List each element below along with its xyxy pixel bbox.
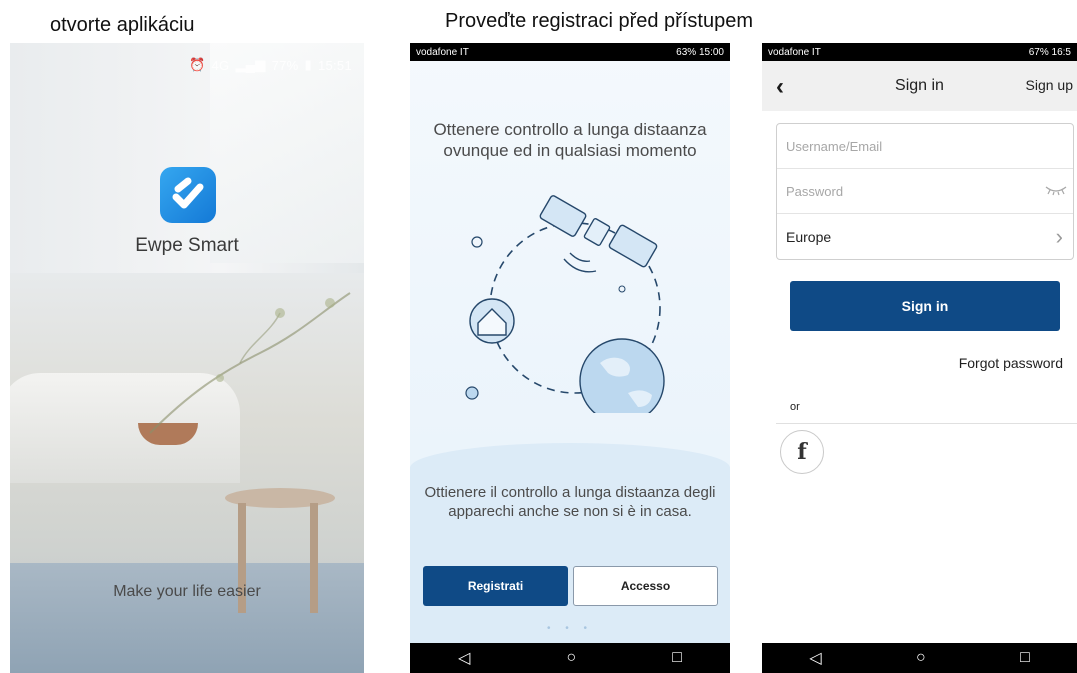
house-icon	[469, 298, 515, 344]
battery-label: 77%	[271, 57, 299, 73]
hidden-eye-icon[interactable]	[1045, 184, 1067, 196]
status-bar: vodafone IT 67% 16:5	[762, 43, 1077, 61]
region-value: Europe	[786, 228, 832, 245]
sign-up-link[interactable]: Sign up	[1026, 77, 1073, 93]
background-window	[210, 43, 364, 263]
forgot-password-link[interactable]: Forgot password	[959, 355, 1063, 371]
clock: 15:00	[698, 46, 724, 58]
branch-illustration	[149, 292, 351, 434]
tagline: Make your life easier	[113, 583, 261, 600]
divider	[776, 423, 1077, 424]
clock: 16:5	[1051, 46, 1071, 58]
nav-recent-icon[interactable]: □	[672, 649, 682, 667]
sign-in-button[interactable]: Sign in	[790, 281, 1060, 331]
chevron-right-icon: ›	[1055, 224, 1063, 249]
caption-open-app: otvorte aplikáciu	[50, 14, 195, 36]
network-label: 4G	[211, 57, 230, 73]
ewpe-smart-logo-icon	[160, 167, 216, 223]
battery-label: 67%	[1028, 46, 1049, 58]
facebook-login-icon[interactable]: f	[780, 430, 824, 474]
status-icons: 63% 15:00	[676, 47, 724, 58]
carrier-label: vodafone IT	[416, 46, 469, 58]
status-bar: vodafone IT 63% 15:00	[410, 43, 730, 61]
onboarding-footer-bg	[410, 443, 730, 673]
region-selector[interactable]: Europe ›	[777, 214, 1073, 259]
android-nav-bar: ◁ ○ □	[410, 643, 730, 673]
nav-home-icon[interactable]: ○	[566, 649, 576, 667]
signin-screen: vodafone IT 67% 16:5 ‹ Sign in Sign up U…	[762, 43, 1077, 673]
satellite-icon	[539, 195, 658, 273]
battery-label: 63%	[676, 46, 697, 58]
nav-back-icon[interactable]: ◁	[458, 648, 470, 668]
caption-register: Proveďte registraci před přístupem	[445, 10, 753, 32]
nav-recent-icon[interactable]: □	[1020, 649, 1030, 667]
register-button[interactable]: Registrati	[423, 566, 568, 606]
onboarding-headline: Ottenere controllo a lunga distaanza ovu…	[433, 120, 707, 160]
clock: 15:51	[317, 57, 352, 73]
android-nav-bar: ◁ ○ □	[762, 643, 1077, 673]
username-field[interactable]: Username/Email	[777, 124, 1073, 169]
or-separator: or	[790, 401, 800, 413]
nav-home-icon[interactable]: ○	[916, 649, 926, 667]
globe-icon	[579, 338, 665, 413]
access-button[interactable]: Accesso	[573, 566, 718, 606]
battery-icon: ▮	[304, 57, 312, 72]
splash-screen: ⏰ 4G ▂▄▆ 77% ▮ 15:51 Ewpe Smart Make you…	[10, 43, 364, 673]
onboarding-description: Ottienere il controllo a lunga distaanza…	[424, 484, 716, 520]
app-name: Ewpe Smart	[135, 235, 239, 256]
page-indicator: • • •	[546, 623, 594, 634]
password-field[interactable]: Password	[777, 169, 1073, 214]
status-icons: 67% 16:5	[1029, 47, 1071, 58]
signin-form: Username/Email Password Europe ›	[776, 123, 1074, 260]
alarm-icon: ⏰	[189, 57, 206, 72]
carrier-label: vodafone IT	[768, 46, 821, 58]
app-bar: ‹ Sign in Sign up	[762, 61, 1077, 111]
nav-back-icon[interactable]: ◁	[809, 648, 821, 668]
onboarding-screen: vodafone IT 63% 15:00 Ottenere controllo…	[410, 43, 730, 673]
remote-control-illustration	[465, 195, 665, 413]
signal-icon: ▂▄▆	[235, 57, 266, 72]
status-bar: ⏰ 4G ▂▄▆ 77% ▮ 15:51	[189, 57, 352, 73]
password-placeholder: Password	[786, 183, 844, 199]
